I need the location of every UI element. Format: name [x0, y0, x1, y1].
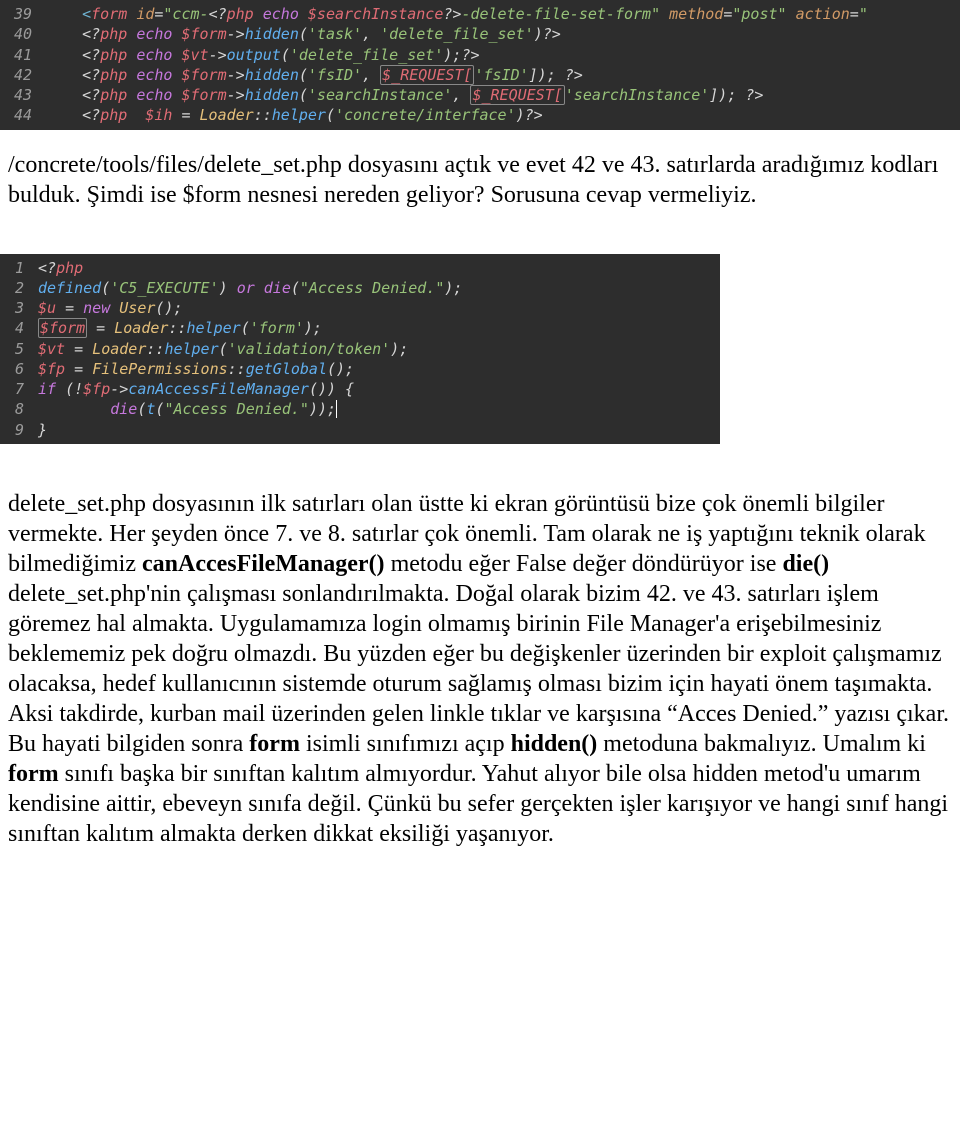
line-number: 2 — [0, 278, 38, 298]
text-cursor — [336, 400, 337, 418]
code-content: <?php — [38, 258, 83, 278]
code-line: 3$u = new User(); — [0, 298, 720, 318]
code-line: 39 <form id="ccm-<?php echo $searchInsta… — [0, 4, 960, 24]
code-block-1: 39 <form id="ccm-<?php echo $searchInsta… — [0, 0, 960, 130]
paragraph-2: delete_set.php dosyasının ilk satırları … — [8, 489, 950, 849]
code-line: 43 <?php echo $form->hidden('searchInsta… — [0, 85, 960, 105]
code-block-2: 1<?php2defined('C5_EXECUTE') or die("Acc… — [0, 254, 720, 444]
line-number: 7 — [0, 379, 38, 399]
code-line: 7if (!$fp->canAccessFileManager()) { — [0, 379, 720, 399]
code-content: if (!$fp->canAccessFileManager()) { — [38, 379, 354, 399]
code-line: 40 <?php echo $form->hidden('task', 'del… — [0, 24, 960, 44]
code-line: 6$fp = FilePermissions::getGlobal(); — [0, 359, 720, 379]
line-number: 1 — [0, 258, 38, 278]
code-content: <?php echo $vt->output('delete_file_set'… — [46, 45, 480, 65]
line-number: 44 — [0, 105, 46, 125]
code-content: <form id="ccm-<?php echo $searchInstance… — [46, 4, 868, 24]
line-number: 39 — [0, 4, 46, 24]
line-number: 43 — [0, 85, 46, 105]
code-content: $fp = FilePermissions::getGlobal(); — [38, 359, 354, 379]
line-number: 5 — [0, 339, 38, 359]
code-content: <?php echo $form->hidden('task', 'delete… — [46, 24, 561, 44]
code-content: <?php echo $form->hidden('fsID', $_REQUE… — [46, 65, 583, 85]
code-line: 42 <?php echo $form->hidden('fsID', $_RE… — [0, 65, 960, 85]
code-content: $u = new User(); — [38, 298, 183, 318]
code-line: 4$form = Loader::helper('form'); — [0, 318, 720, 338]
code-content: $form = Loader::helper('form'); — [38, 318, 322, 338]
code-content: <?php echo $form->hidden('searchInstance… — [46, 85, 763, 105]
line-number: 3 — [0, 298, 38, 318]
line-number: 42 — [0, 65, 46, 85]
prose-2: delete_set.php dosyasının ilk satırları … — [0, 469, 960, 863]
code-content: $vt = Loader::helper('validation/token')… — [38, 339, 408, 359]
code-line: 2defined('C5_EXECUTE') or die("Access De… — [0, 278, 720, 298]
code-line: 44 <?php $ih = Loader::helper('concrete/… — [0, 105, 960, 125]
line-number: 6 — [0, 359, 38, 379]
line-number: 9 — [0, 420, 38, 440]
code-content: } — [38, 420, 47, 440]
line-number: 41 — [0, 45, 46, 65]
code-line: 41 <?php echo $vt->output('delete_file_s… — [0, 45, 960, 65]
line-number: 8 — [0, 399, 38, 419]
code-content: <?php $ih = Loader::helper('concrete/int… — [46, 105, 543, 125]
code-line: 9} — [0, 420, 720, 440]
line-number: 40 — [0, 24, 46, 44]
line-number: 4 — [0, 318, 38, 338]
code-content: defined('C5_EXECUTE') or die("Access Den… — [38, 278, 462, 298]
prose-1: /concrete/tools/files/delete_set.php dos… — [0, 130, 960, 224]
code-content: die(t("Access Denied.")); — [38, 399, 337, 419]
code-line: 5$vt = Loader::helper('validation/token'… — [0, 339, 720, 359]
paragraph-1: /concrete/tools/files/delete_set.php dos… — [8, 150, 950, 210]
code-line: 1<?php — [0, 258, 720, 278]
code-line: 8 die(t("Access Denied.")); — [0, 399, 720, 419]
